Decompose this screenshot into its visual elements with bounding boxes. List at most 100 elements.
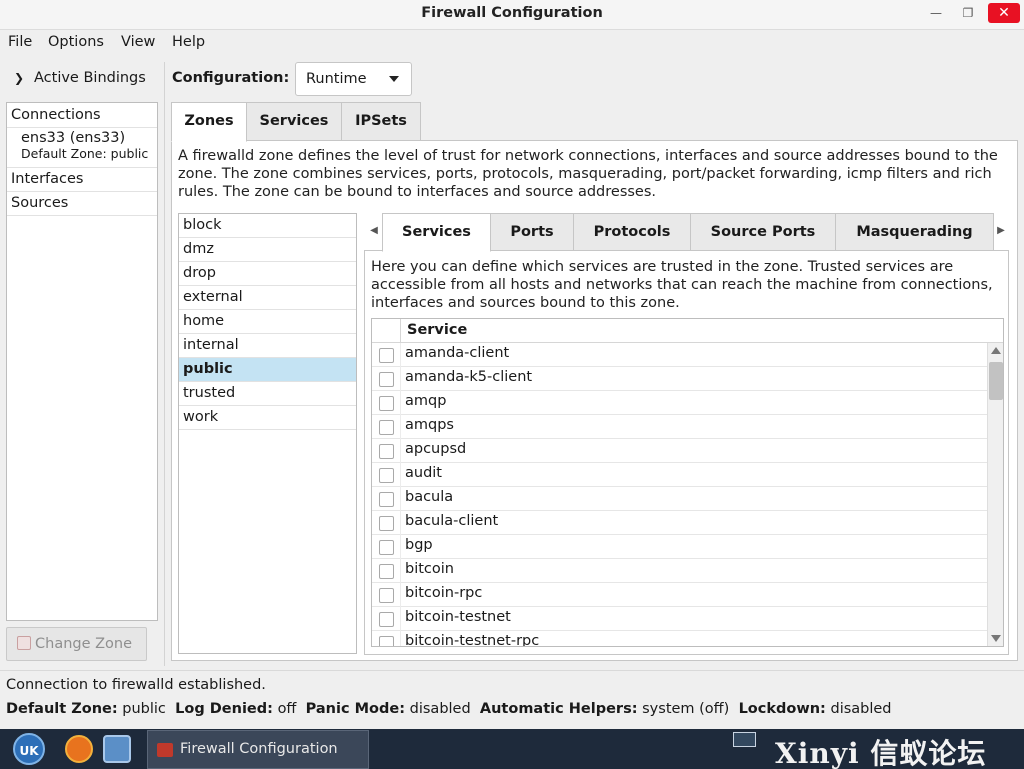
service-checkbox[interactable] — [379, 492, 394, 507]
table-row[interactable]: bitcoin-testnet — [372, 607, 987, 631]
service-checkbox[interactable] — [379, 516, 394, 531]
tab-services[interactable]: Services — [246, 102, 342, 141]
connection-zone: Default Zone: public — [21, 146, 149, 161]
zone-item[interactable]: home — [179, 310, 356, 334]
column-divider — [400, 343, 401, 367]
taskbar-window-button[interactable]: Firewall Configuration — [147, 730, 369, 769]
service-checkbox[interactable] — [379, 348, 394, 363]
start-menu-icon[interactable]: UK — [13, 733, 45, 765]
zone-item-selected[interactable]: public — [179, 358, 356, 382]
firefox-icon[interactable] — [65, 735, 93, 763]
service-checkbox[interactable] — [379, 468, 394, 483]
connection-item[interactable]: ens33 (ens33) Default Zone: public — [7, 128, 157, 168]
taskbar-window-label: Firewall Configuration — [180, 741, 338, 757]
active-bindings-label: Active Bindings — [34, 70, 146, 86]
scroll-down-icon[interactable] — [991, 635, 1001, 642]
table-row[interactable]: bacula-client — [372, 511, 987, 535]
status-message: Connection to firewalld established. — [6, 677, 266, 693]
zone-item[interactable]: internal — [179, 334, 356, 358]
minimize-icon[interactable]: — — [926, 3, 946, 23]
service-name: apcupsd — [405, 441, 467, 457]
column-divider — [400, 487, 401, 511]
maximize-icon[interactable]: ❐ — [958, 3, 978, 23]
interfaces-header[interactable]: Interfaces — [7, 168, 157, 192]
tab-zones[interactable]: Zones — [171, 102, 247, 142]
service-checkbox[interactable] — [379, 396, 394, 411]
table-row[interactable]: bgp — [372, 535, 987, 559]
zone-item[interactable]: trusted — [179, 382, 356, 406]
service-checkbox[interactable] — [379, 444, 394, 459]
tab-masquerading[interactable]: Masquerading — [835, 213, 994, 251]
lockdown-label: Lockdown: — [738, 701, 826, 717]
tray-display-icon[interactable] — [733, 732, 756, 747]
service-checkbox[interactable] — [379, 588, 394, 603]
column-divider — [400, 511, 401, 535]
column-divider — [400, 583, 401, 607]
automatic-helpers-label: Automatic Helpers: — [479, 701, 638, 717]
service-name: amqps — [405, 417, 454, 433]
menu-help[interactable]: Help — [172, 34, 205, 50]
table-row[interactable]: amqps — [372, 415, 987, 439]
service-name: amanda-k5-client — [405, 369, 533, 385]
status-divider — [0, 670, 1024, 671]
tab-ports[interactable]: Ports — [490, 213, 574, 251]
default-zone-label: Default Zone: — [6, 701, 118, 717]
table-row[interactable]: amanda-client — [372, 343, 987, 367]
service-checkbox[interactable] — [379, 540, 394, 555]
change-zone-button[interactable]: Change Zone — [6, 627, 147, 661]
service-checkbox[interactable] — [379, 420, 394, 435]
zone-item[interactable]: block — [179, 214, 356, 238]
active-bindings-toggle[interactable]: ❯ Active Bindings — [14, 70, 146, 86]
services-scrollbar[interactable] — [987, 343, 1003, 646]
service-checkbox[interactable] — [379, 564, 394, 579]
column-divider — [400, 607, 401, 631]
close-icon[interactable]: ✕ — [988, 3, 1020, 23]
table-row[interactable]: bitcoin-rpc — [372, 583, 987, 607]
tab-protocols[interactable]: Protocols — [573, 213, 691, 251]
service-name: audit — [405, 465, 442, 481]
sources-header[interactable]: Sources — [7, 192, 157, 216]
tab-zone-services[interactable]: Services — [382, 213, 491, 252]
menu-view[interactable]: View — [121, 34, 155, 50]
table-row[interactable]: bitcoin — [372, 559, 987, 583]
service-name: bacula — [405, 489, 454, 505]
tab-source-ports[interactable]: Source Ports — [690, 213, 836, 251]
table-row[interactable]: amqp — [372, 391, 987, 415]
menu-bar: File Options View Help — [0, 30, 1024, 56]
column-divider — [400, 463, 401, 487]
column-divider — [400, 439, 401, 463]
service-name: bitcoin-testnet — [405, 609, 511, 625]
automatic-helpers-value: system (off) — [642, 701, 730, 717]
table-row[interactable]: apcupsd — [372, 439, 987, 463]
scroll-up-icon[interactable] — [991, 347, 1001, 354]
zone-item[interactable]: external — [179, 286, 356, 310]
tab-scroll-left-icon[interactable]: ◀ — [364, 213, 384, 251]
zone-item[interactable]: drop — [179, 262, 356, 286]
zone-item[interactable]: dmz — [179, 238, 356, 262]
connections-header[interactable]: Connections — [7, 103, 157, 128]
configuration-select[interactable]: Runtime — [295, 62, 412, 96]
tab-scroll-right-icon[interactable]: ▶ — [993, 213, 1009, 251]
configuration-value: Runtime — [306, 71, 367, 87]
table-row[interactable]: amanda-k5-client — [372, 367, 987, 391]
scrollbar-thumb[interactable] — [989, 362, 1003, 400]
panic-mode-value: disabled — [409, 701, 471, 717]
change-zone-icon — [17, 636, 31, 650]
service-checkbox[interactable] — [379, 612, 394, 627]
service-checkbox[interactable] — [379, 636, 394, 646]
service-column-header[interactable]: Service — [407, 322, 467, 338]
panic-mode-label: Panic Mode: — [305, 701, 406, 717]
pane-divider[interactable] — [164, 62, 165, 666]
table-row[interactable]: bacula — [372, 487, 987, 511]
service-checkbox[interactable] — [379, 372, 394, 387]
table-header: Service — [372, 319, 1003, 343]
zone-item[interactable]: work — [179, 406, 356, 430]
tab-ipsets[interactable]: IPSets — [341, 102, 421, 141]
title-bar: Firewall Configuration — ❐ ✕ — [0, 0, 1024, 30]
table-row[interactable]: audit — [372, 463, 987, 487]
table-row[interactable]: bitcoin-testnet-rpc — [372, 631, 987, 646]
file-manager-icon[interactable] — [103, 735, 131, 763]
menu-file[interactable]: File — [8, 34, 32, 50]
taskbar: UK Firewall Configuration Xinyi 信蚁论坛 — [0, 729, 1024, 769]
menu-options[interactable]: Options — [48, 34, 104, 50]
